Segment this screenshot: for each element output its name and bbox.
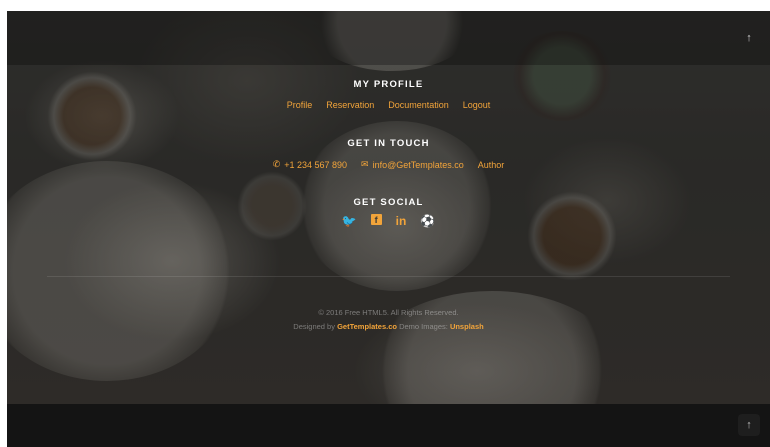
envelope-icon: ✉	[361, 159, 369, 169]
profile-link[interactable]: Profile	[287, 100, 313, 110]
arrow-up-icon: ↑	[746, 419, 752, 431]
facebook-icon[interactable]: f	[370, 214, 382, 225]
gettemplates-link[interactable]: GetTemplates.co	[337, 322, 397, 331]
page: ↑ MY PROFILE Profile Reservation Documen…	[0, 0, 770, 447]
footer-section: ↑ MY PROFILE Profile Reservation Documen…	[7, 11, 770, 404]
demo-images-label: Demo Images:	[399, 322, 448, 331]
my-profile-heading: MY PROFILE	[353, 79, 424, 90]
author-link[interactable]: Author	[478, 159, 505, 170]
email-address: info@GetTemplates.co	[372, 159, 464, 170]
unsplash-link[interactable]: Unsplash	[450, 322, 484, 331]
twitter-icon[interactable]: 🐦	[342, 214, 357, 228]
documentation-link[interactable]: Documentation	[388, 100, 449, 110]
get-social-heading: GET SOCIAL	[353, 197, 424, 208]
social-links: 🐦 f in ⚽	[7, 214, 770, 228]
contact-links: ✆ +1 234 567 890 ✉ info@GetTemplates.co …	[7, 159, 770, 170]
phone-link[interactable]: ✆ +1 234 567 890	[273, 159, 347, 170]
email-link[interactable]: ✉ info@GetTemplates.co	[361, 159, 464, 170]
linkedin-icon[interactable]: in	[396, 214, 407, 228]
designed-by-label: Designed by	[293, 322, 335, 331]
credits-line: Designed by GetTemplates.co Demo Images:…	[7, 322, 770, 331]
footer-content: MY PROFILE Profile Reservation Documenta…	[7, 11, 770, 404]
logout-link[interactable]: Logout	[463, 100, 491, 110]
get-in-touch-heading: GET IN TOUCH	[347, 138, 430, 149]
profile-links: Profile Reservation Documentation Logout	[7, 100, 770, 110]
footer-divider	[47, 276, 730, 277]
copyright-text: © 2016 Free HTML5. All Rights Reserved.	[318, 308, 459, 317]
reservation-link[interactable]: Reservation	[326, 100, 374, 110]
scroll-top-button[interactable]: ↑	[738, 414, 760, 436]
phone-icon: ✆	[272, 159, 281, 169]
bottom-bar: ↑	[7, 404, 770, 447]
phone-number: +1 234 567 890	[284, 159, 348, 170]
dribbble-icon[interactable]: ⚽	[420, 214, 435, 228]
